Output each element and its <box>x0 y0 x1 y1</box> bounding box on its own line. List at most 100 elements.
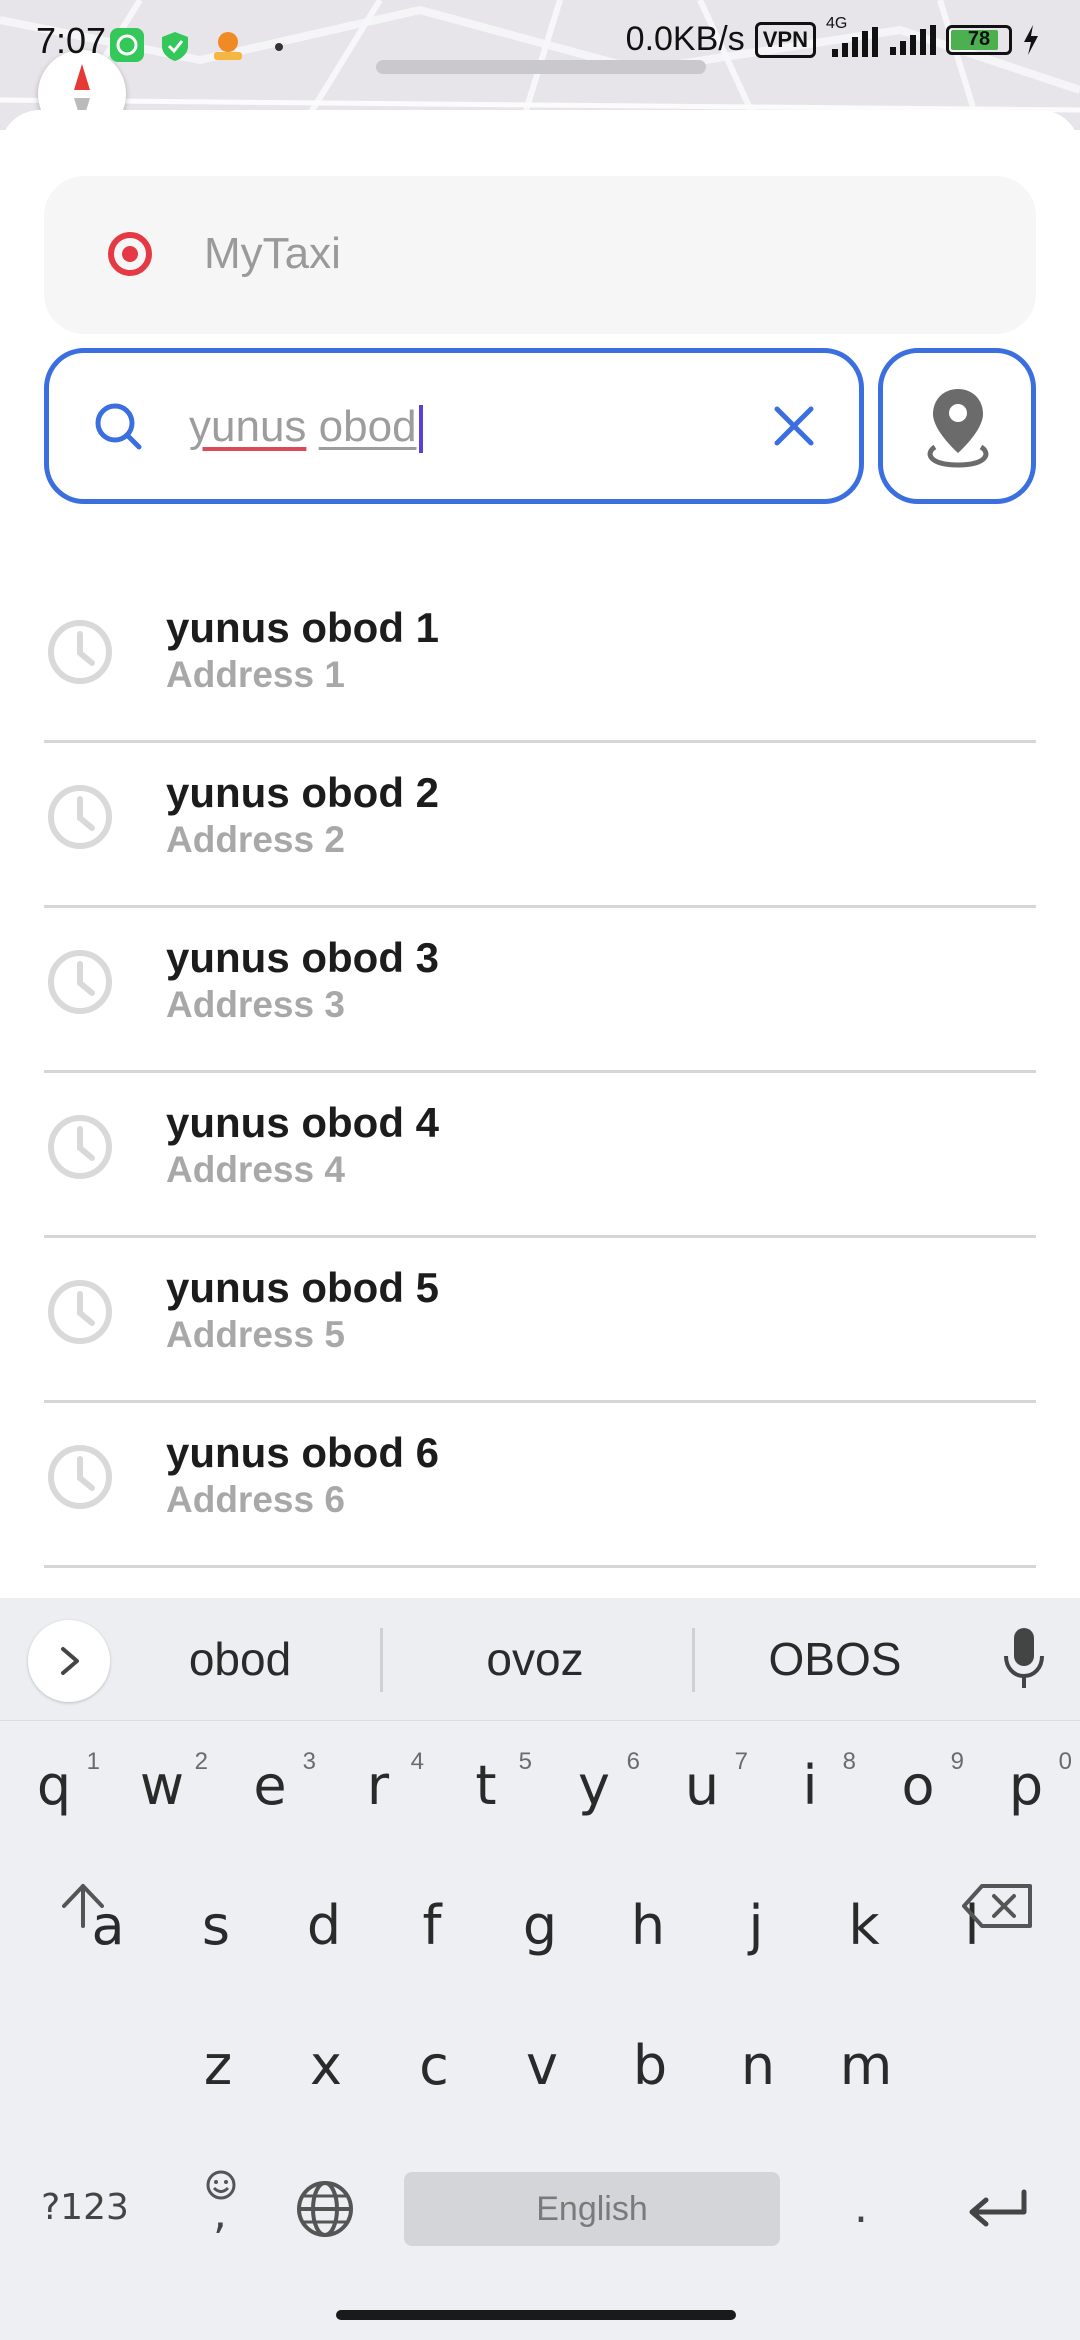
key-e[interactable]: e3 <box>216 1726 324 1846</box>
shift-icon <box>62 1884 104 1928</box>
key-label: i <box>802 1754 818 1817</box>
space-key[interactable]: English <box>404 2172 780 2246</box>
key-label: c <box>419 2034 449 2097</box>
key-label: s <box>201 1894 231 1957</box>
key-label: m <box>839 2034 893 2097</box>
key-p[interactable]: p0 <box>972 1726 1080 1846</box>
key-j[interactable]: j <box>702 1866 810 1986</box>
key-label: w <box>139 1754 185 1817</box>
battery-indicator: 78 <box>946 24 1012 55</box>
key-y[interactable]: y6 <box>540 1726 648 1846</box>
key-hint: 7 <box>734 1748 748 1775</box>
list-item[interactable]: yunus obod 2 Address 2 <box>44 743 1036 908</box>
home-indicator[interactable] <box>336 2310 736 2320</box>
suggestion-divider <box>692 1628 695 1692</box>
shift-key[interactable] <box>0 1846 170 1964</box>
key-d[interactable]: d <box>270 1866 378 1986</box>
key-x[interactable]: x <box>272 2006 380 2126</box>
list-item[interactable]: yunus obod 6 Address 6 <box>44 1403 1036 1568</box>
emoji-comma-key[interactable]: , <box>180 2168 260 2248</box>
backspace-key[interactable] <box>950 1846 1080 1964</box>
result-title: yunus obod 2 <box>166 769 439 816</box>
keyboard-toolbar-button[interactable] <box>28 1620 110 1702</box>
key-h[interactable]: h <box>594 1866 702 1986</box>
search-icon <box>95 403 142 450</box>
period-label: . <box>854 2182 868 2233</box>
list-item[interactable]: yunus obod 1 Address 1 <box>44 578 1036 743</box>
language-key[interactable] <box>280 2168 370 2248</box>
origin-field[interactable]: MyTaxi <box>44 176 1036 334</box>
key-hint: 0 <box>1058 1748 1072 1775</box>
key-b[interactable]: b <box>596 2006 704 2126</box>
sheet-grab-handle[interactable] <box>376 60 706 74</box>
key-hint: 2 <box>194 1748 208 1775</box>
key-label: o <box>901 1754 935 1817</box>
clock-icon <box>48 950 112 1014</box>
shield-icon <box>162 32 188 61</box>
origin-label: MyTaxi <box>204 229 341 278</box>
face-app-icon <box>110 28 144 62</box>
key-k[interactable]: k <box>810 1866 918 1986</box>
clock-icon <box>48 1280 112 1344</box>
key-t[interactable]: t5 <box>432 1726 540 1846</box>
list-item[interactable]: yunus obod 5 Address 5 <box>44 1238 1036 1403</box>
key-z[interactable]: z <box>164 2006 272 2126</box>
key-w[interactable]: w2 <box>108 1726 216 1846</box>
notification-app-icon <box>214 32 242 60</box>
period-key[interactable]: . <box>816 2168 906 2248</box>
status-time: 7:07 <box>36 20 107 61</box>
destination-search-input[interactable]: yunus obod <box>44 348 864 504</box>
dot-icon <box>275 43 283 51</box>
clock-icon <box>48 785 112 849</box>
signal-icon <box>890 24 936 55</box>
clock-icon <box>48 620 112 684</box>
clock-icon <box>48 1445 112 1509</box>
result-subtitle: Address 2 <box>166 819 345 860</box>
suggestion-3[interactable]: OBOS <box>720 1598 950 1720</box>
key-m[interactable]: m <box>812 2006 920 2126</box>
key-u[interactable]: u7 <box>648 1726 756 1846</box>
key-label: y <box>578 1754 610 1817</box>
signal-icon <box>832 26 878 57</box>
key-n[interactable]: n <box>704 2006 812 2126</box>
pick-on-map-button[interactable] <box>878 348 1036 504</box>
microphone-icon[interactable] <box>998 1624 1050 1694</box>
enter-key[interactable] <box>940 2168 1060 2248</box>
suggestion-1[interactable]: obod <box>130 1598 350 1720</box>
key-label: t <box>475 1754 497 1817</box>
location-pin-icon <box>927 389 989 468</box>
key-label: z <box>203 2034 233 2097</box>
chevron-right-icon <box>61 1647 79 1675</box>
text-cursor <box>418 405 423 454</box>
key-o[interactable]: o9 <box>864 1726 972 1846</box>
suggestion-2[interactable]: ovoz <box>410 1598 660 1720</box>
search-word-2: obod <box>318 402 417 451</box>
key-g[interactable]: g <box>486 1866 594 1986</box>
status-right: 0.0KB/s VPN 4G 78 <box>626 15 1040 59</box>
result-subtitle: Address 5 <box>166 1314 345 1355</box>
suggestion-bar: obod ovoz OBOS <box>0 1598 1080 1721</box>
key-label: p <box>1008 1754 1044 1817</box>
comma-label: , <box>213 2188 227 2239</box>
result-subtitle: Address 6 <box>166 1479 345 1520</box>
key-c[interactable]: c <box>380 2006 488 2126</box>
key-f[interactable]: f <box>378 1866 486 1986</box>
result-subtitle: Address 1 <box>166 654 345 695</box>
key-q[interactable]: q1 <box>0 1726 108 1846</box>
key-hint: 4 <box>410 1748 424 1775</box>
list-item[interactable]: yunus obod 4 Address 4 <box>44 1073 1036 1238</box>
key-i[interactable]: i8 <box>756 1726 864 1846</box>
result-title: yunus obod 3 <box>166 934 439 981</box>
key-r[interactable]: r4 <box>324 1726 432 1846</box>
key-label: b <box>632 2034 668 2097</box>
search-results-list: yunus obod 1 Address 1 yunus obod 2 Addr… <box>44 578 1036 1568</box>
key-v[interactable]: v <box>488 2006 596 2126</box>
key-s[interactable]: s <box>162 1866 270 1986</box>
symbols-key[interactable]: ?123 <box>20 2168 150 2248</box>
result-title: yunus obod 4 <box>166 1099 439 1146</box>
list-item[interactable]: yunus obod 3 Address 3 <box>44 908 1036 1073</box>
key-hint: 6 <box>626 1748 640 1775</box>
battery-level: 78 <box>967 28 991 50</box>
search-input-value[interactable]: yunus obod <box>189 397 423 457</box>
close-icon[interactable] <box>767 399 821 453</box>
